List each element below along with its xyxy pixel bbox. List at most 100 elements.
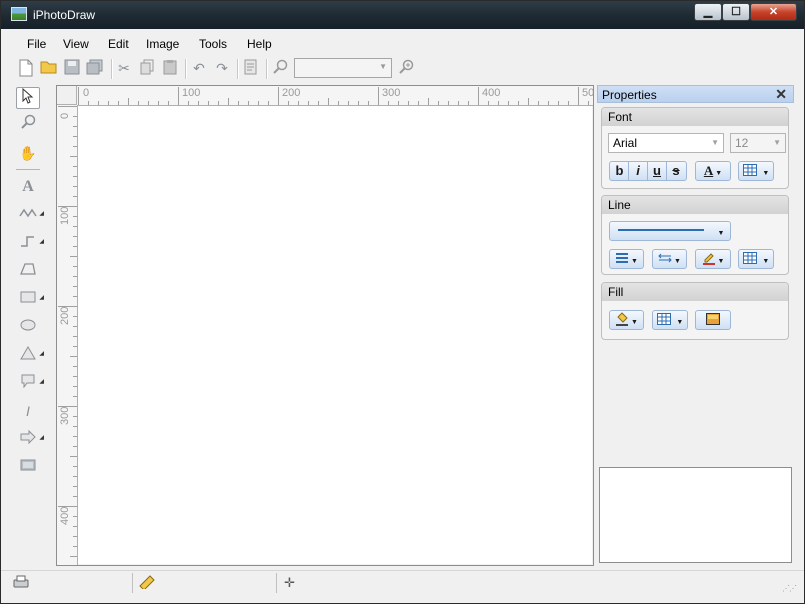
ruler-tick: [368, 101, 369, 105]
font-size-select[interactable]: 12 ▼: [730, 133, 786, 153]
menu-view[interactable]: View: [63, 37, 89, 51]
printer-icon: [13, 575, 29, 592]
zoom-out-icon[interactable]: [271, 59, 289, 77]
close-button[interactable]: ✕: [750, 3, 797, 21]
ruler-tick: [73, 116, 77, 117]
font-section-header[interactable]: Font: [602, 108, 788, 126]
ruler-tick: [108, 101, 109, 105]
text-path-tool-icon[interactable]: I: [16, 400, 40, 422]
line-section-header[interactable]: Line: [602, 196, 788, 214]
chevron-down-icon: ▼: [773, 138, 781, 147]
properties-icon[interactable]: [242, 59, 260, 77]
ruler-label: 100: [182, 87, 201, 99]
menu-file[interactable]: File: [27, 37, 46, 51]
font-family-select[interactable]: Arial ▼: [608, 133, 724, 153]
ruler-tick: [73, 446, 77, 447]
toolbar-separator: [185, 59, 187, 79]
ruler-tick: [258, 101, 259, 105]
ruler-tick: [73, 396, 77, 397]
paste-icon[interactable]: [161, 59, 179, 77]
ruler-tick: [73, 386, 77, 387]
zoom-tool-icon[interactable]: [16, 114, 40, 136]
ruler-tick: [73, 466, 77, 467]
properties-panel: Properties ✕ Font Arial ▼ 12 ▼ bius A▼: [597, 85, 794, 566]
rectangle-tool-icon[interactable]: ◢: [16, 288, 44, 310]
zoom-in-icon[interactable]: [397, 59, 415, 77]
ruler-label: 200: [282, 87, 301, 99]
ruler-tick: [73, 276, 77, 277]
ruler-tick: [408, 101, 409, 105]
ruler-tick: [478, 87, 479, 105]
line-pattern-button[interactable]: ▼: [738, 249, 774, 269]
close-icon[interactable]: ✕: [775, 86, 787, 103]
fill-color-button[interactable]: ▼: [609, 310, 644, 330]
underline-button[interactable]: u: [648, 162, 667, 180]
fill-pattern-button[interactable]: ▼: [652, 310, 688, 330]
save-icon[interactable]: [63, 59, 81, 77]
ruler-label: 50: [582, 87, 593, 99]
ruler-tick: [73, 296, 77, 297]
ruler-tick: [73, 416, 77, 417]
line-arrows-button[interactable]: ▼: [652, 249, 687, 269]
fill-image-button[interactable]: [695, 310, 731, 330]
ruler-tick: [73, 536, 77, 537]
ellipse-tool-icon[interactable]: [16, 316, 40, 338]
minimize-button[interactable]: ▁: [694, 3, 722, 21]
ruler-tick: [73, 316, 77, 317]
ruler-tick: [508, 101, 509, 105]
resize-grip-icon[interactable]: ⋰⋰: [782, 584, 797, 593]
drawing-canvas[interactable]: [78, 106, 592, 564]
image-tool-icon[interactable]: [16, 456, 40, 478]
ruler-tick: [188, 101, 189, 105]
menu-bar: File View Edit Image Tools Help: [11, 31, 794, 55]
maximize-button[interactable]: ☐: [722, 3, 750, 21]
ruler-tick: [70, 356, 77, 357]
chevron-down-icon: ▼: [676, 319, 684, 326]
line-width-button[interactable]: ▼: [609, 249, 644, 269]
menu-image[interactable]: Image: [146, 37, 179, 51]
font-border-button[interactable]: ▼: [738, 161, 774, 181]
ruler-tick: [198, 101, 199, 105]
ruler-tick: [73, 486, 77, 487]
line-color-button[interactable]: ▼: [695, 249, 731, 269]
ruler-tick: [73, 426, 77, 427]
triangle-tool-icon[interactable]: ◢: [16, 344, 44, 366]
zoom-combo[interactable]: ▼: [294, 58, 392, 78]
ruler-tick: [388, 101, 389, 105]
line-style-select[interactable]: ▼: [609, 221, 731, 241]
ruler-tick: [58, 406, 77, 407]
ruler-tick: [378, 87, 379, 105]
pencil-icon: [702, 251, 716, 266]
hand-tool-icon[interactable]: ✋: [16, 142, 40, 164]
cut-icon[interactable]: ✂: [115, 59, 133, 77]
font-family-value: Arial: [613, 136, 638, 150]
chevron-down-icon: ▼: [762, 258, 770, 265]
new-document-icon[interactable]: [17, 59, 35, 77]
polygon-tool-icon[interactable]: [16, 260, 40, 282]
ruler-tick: [168, 101, 169, 105]
open-folder-icon[interactable]: [40, 59, 58, 77]
undo-icon[interactable]: ↶: [190, 59, 208, 77]
title-bar[interactable]: iPhotoDraw ▁ ☐ ✕: [1, 1, 804, 29]
connector-line-icon[interactable]: ◢: [16, 232, 44, 254]
text-tool-icon[interactable]: A: [16, 176, 40, 198]
save-all-icon[interactable]: [86, 59, 104, 77]
menu-tools[interactable]: Tools: [199, 37, 227, 51]
ruler-icon: [139, 575, 155, 592]
menu-edit[interactable]: Edit: [108, 37, 129, 51]
freehand-line-icon[interactable]: ◢: [16, 204, 44, 226]
callout-tool-icon[interactable]: ◢: [16, 372, 44, 394]
font-color-button[interactable]: A ▼: [695, 161, 731, 181]
italic-button[interactable]: i: [629, 162, 648, 180]
bold-button[interactable]: b: [611, 162, 629, 180]
arrow-shape-tool-icon[interactable]: ◢: [16, 428, 44, 450]
copy-icon[interactable]: [138, 59, 156, 77]
redo-icon[interactable]: ↷: [213, 59, 231, 77]
strikethrough-button[interactable]: s: [667, 162, 685, 180]
ruler-tick: [268, 101, 269, 105]
select-tool-icon[interactable]: [16, 87, 40, 109]
font-size-value: 12: [735, 136, 749, 150]
fill-section-header[interactable]: Fill: [602, 283, 788, 301]
ruler-tick: [238, 101, 239, 105]
menu-help[interactable]: Help: [247, 37, 272, 51]
